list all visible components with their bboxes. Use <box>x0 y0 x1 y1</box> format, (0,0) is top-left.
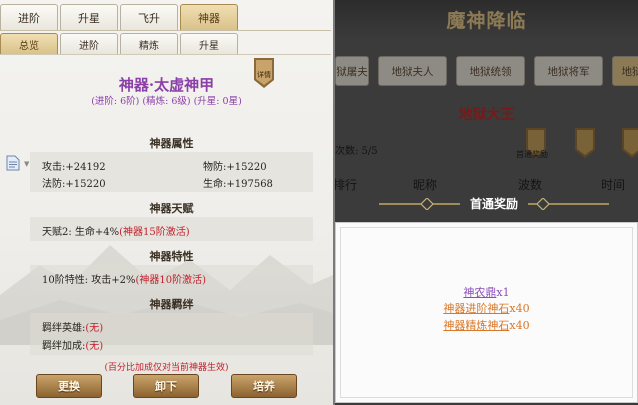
bond-hero-value: (无) <box>85 323 104 334</box>
bond-hero-label: 羁绊英雄: <box>42 323 86 334</box>
event-title: 魔神降临 <box>446 10 527 32</box>
col-rank: 排行 <box>335 178 358 192</box>
stat-hp: 生命:+197568 <box>203 179 273 190</box>
ranking-header: 排行 昵称 波数 时间 <box>335 176 638 192</box>
talent-text: 天赋2: 生命+4% <box>42 227 120 238</box>
boss-name: 地狱大王 <box>458 107 515 123</box>
popup-title: 首通奖励 <box>379 195 609 212</box>
popup-title-text: 首通奖励 <box>459 197 528 211</box>
bond-heading: 神器羁绊 <box>149 298 194 311</box>
bond-bonus-label: 羁绊加成: <box>42 341 86 352</box>
talent-activation: (神器15阶激活) <box>119 227 190 238</box>
tab-hell-general[interactable]: 地狱将军 <box>534 56 603 86</box>
tab-advance[interactable]: 进阶 <box>0 4 58 30</box>
reward-name: 神器精炼神石 <box>443 319 510 332</box>
artifact-levels: (进阶: 6阶) (精炼: 6级) (升星: 0星) <box>91 96 242 107</box>
bond-hero-line: 羁绊英雄:(无) <box>42 319 103 334</box>
trait-heading: 神器特性 <box>149 250 194 263</box>
tab-hell-commander[interactable]: 地狱统领 <box>456 56 525 86</box>
artifact-title: 神器·太虚神甲 <box>118 76 215 94</box>
trait-activation: (神器10阶激活) <box>135 275 207 286</box>
reward-name: 神农鼎 <box>463 286 497 299</box>
bond-bonus-value: (无) <box>85 341 104 352</box>
reward-item-2[interactable]: 神器进阶神石x40 <box>335 300 638 316</box>
stat-physical-defense: 物防:+15220 <box>203 162 267 173</box>
stat-magic-defense: 法防:+15220 <box>42 179 106 190</box>
tab-hell-lady[interactable]: 地狱夫人 <box>378 56 447 86</box>
reward-qty: x1 <box>496 286 510 299</box>
talent-line: 天赋2: 生命+4%(神器15阶激活) <box>42 223 190 238</box>
tab-star[interactable]: 升星 <box>60 4 118 30</box>
expand-arrow-icon[interactable]: ▼ <box>24 160 29 168</box>
subtab-divider <box>0 54 331 55</box>
tab-hell-butcher[interactable]: 狱屠夫 <box>335 56 369 86</box>
reward-name: 神器进阶神石 <box>443 302 510 315</box>
bonus-note: (百分比加成仅对当前神器生效) <box>104 363 229 373</box>
reward-qty: x40 <box>509 319 530 332</box>
trait-line: 10阶特性: 攻击+2%(神器10阶激活) <box>42 271 206 286</box>
subtab-star[interactable]: 升星 <box>180 33 238 54</box>
popup-banner: 首通奖励 <box>379 191 609 217</box>
reward-item-3[interactable]: 神器精炼神石x40 <box>335 317 638 333</box>
talent-heading: 神器天赋 <box>149 202 194 215</box>
subtab-overview[interactable]: 总览 <box>0 33 58 54</box>
details-badge-icon[interactable]: 详情 <box>252 58 276 88</box>
stat-attack: 攻击:+24192 <box>42 162 106 173</box>
tab-ascend[interactable]: 飞升 <box>120 4 178 30</box>
unload-button[interactable]: 卸下 <box>133 374 199 398</box>
first-clear-reward-label: 首通奖励 <box>516 150 548 159</box>
reward-qty: x40 <box>509 302 530 315</box>
reward-item-1[interactable]: 神农鼎x1 <box>335 284 638 300</box>
attributes-heading: 神器属性 <box>149 137 194 150</box>
tab-hell-king[interactable]: 地狱 <box>612 56 638 86</box>
artifact-panel: 进阶 升星 飞升 神器 总览 进阶 精炼 升星 神器·太虚神甲 (进阶: 6阶)… <box>0 0 333 405</box>
upgrade-button[interactable]: 培养 <box>231 374 297 398</box>
subtab-refine[interactable]: 精炼 <box>120 33 178 54</box>
rank-badge-icon[interactable] <box>619 128 638 158</box>
badge-label: 详情 <box>257 70 271 79</box>
tab-artifact[interactable]: 神器 <box>180 4 238 30</box>
bond-bonus-line: 羁绊加成:(无) <box>42 337 103 352</box>
reward-badge-icon[interactable] <box>572 128 598 158</box>
attempts-count: 次数: 5/5 <box>335 146 378 157</box>
replace-button[interactable]: 更换 <box>36 374 102 398</box>
document-icon[interactable] <box>6 155 20 171</box>
subtab-advance[interactable]: 进阶 <box>60 33 118 54</box>
demon-descent-panel: 魔神降临 狱屠夫 地狱夫人 地狱统领 地狱将军 地狱 地狱大王 次数: 5/5 … <box>335 0 638 405</box>
main-tab-bar: 进阶 升星 飞升 神器 <box>0 4 240 30</box>
trait-text: 10阶特性: 攻击+2% <box>42 275 136 286</box>
tab-divider <box>0 30 331 31</box>
sub-tab-bar: 总览 进阶 精炼 升星 <box>0 33 240 54</box>
boss-tab-bar: 狱屠夫 地狱夫人 地狱统领 地狱将军 地狱 <box>335 56 638 86</box>
